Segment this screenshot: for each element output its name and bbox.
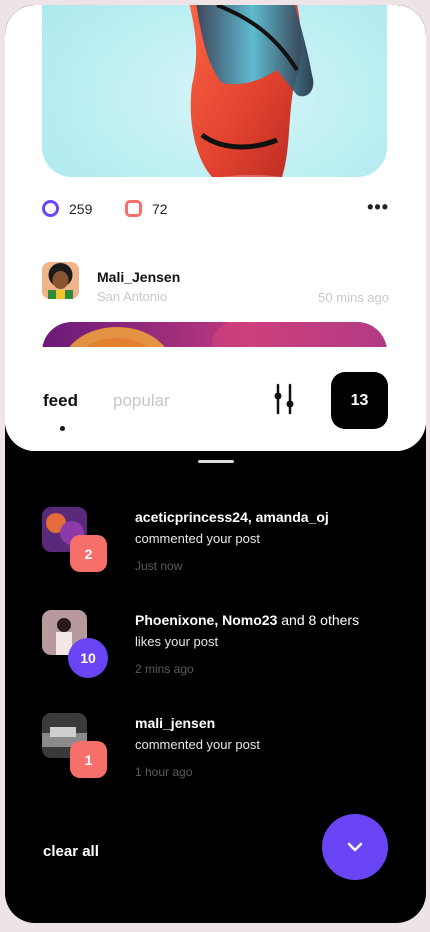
notifications-count: 13 xyxy=(350,391,369,409)
avatar-image xyxy=(42,262,79,299)
likes-stat[interactable]: 72 xyxy=(125,200,168,217)
notification-item[interactable]: 10 Phoenixone, Nomo23 and 8 others likes… xyxy=(42,610,402,700)
tab-popular[interactable]: popular xyxy=(113,391,170,411)
author-name[interactable]: Mali_Jensen xyxy=(97,269,180,285)
notification-item[interactable]: 2 aceticprincess24, amanda_oj commented … xyxy=(42,507,402,597)
post-author: Mali_Jensen San Antonio 50 mins ago xyxy=(42,262,389,305)
active-tab-indicator xyxy=(60,426,65,431)
notification-badge: 1 xyxy=(70,741,107,778)
notification-users: mali_jensen xyxy=(135,715,216,731)
post-time: 50 mins ago xyxy=(318,290,389,305)
notification-item[interactable]: 1 mali_jensen commented your post 1 hour… xyxy=(42,713,402,803)
clear-all-button[interactable]: clear all xyxy=(43,843,99,860)
likes-count: 72 xyxy=(152,200,168,217)
notification-users: aceticprincess24, amanda_oj xyxy=(135,509,329,525)
notification-time: 1 hour ago xyxy=(135,765,193,779)
notification-action: commented your post xyxy=(135,737,261,752)
avatar[interactable] xyxy=(42,262,79,299)
notification-time: 2 mins ago xyxy=(135,662,194,676)
comments-count: 259 xyxy=(69,200,93,217)
notification-users: Phoenixone, Nomo23 and 8 others xyxy=(135,612,360,628)
notification-badge: 2 xyxy=(70,535,107,572)
comment-ring-icon xyxy=(42,200,59,217)
like-square-icon xyxy=(125,200,142,217)
more-options-icon[interactable]: ••• xyxy=(367,198,389,216)
tab-bar: feed popular 13 xyxy=(5,347,426,451)
post-stats: 259 72 ••• xyxy=(42,198,389,220)
collapse-button[interactable] xyxy=(322,814,388,880)
notification-action: commented your post xyxy=(135,531,261,546)
notification-action: likes your post xyxy=(135,634,219,649)
notification-time: Just now xyxy=(135,559,183,573)
notification-badge: 10 xyxy=(68,638,108,678)
post-image-figure xyxy=(189,5,314,177)
feed-card: 259 72 ••• Mali_Jensen San Antonio 50 mi xyxy=(5,5,426,451)
notifications-count-button[interactable]: 13 xyxy=(331,372,388,429)
author-location: San Antonio xyxy=(97,289,168,304)
drag-handle[interactable] xyxy=(198,460,234,463)
post-image[interactable] xyxy=(42,5,387,177)
chevron-down-icon xyxy=(347,842,363,852)
comments-stat[interactable]: 259 xyxy=(42,200,92,217)
tab-feed[interactable]: feed xyxy=(43,391,78,411)
filter-icon[interactable] xyxy=(272,383,296,415)
phone-screen: 259 72 ••• Mali_Jensen San Antonio 50 mi xyxy=(5,5,426,923)
